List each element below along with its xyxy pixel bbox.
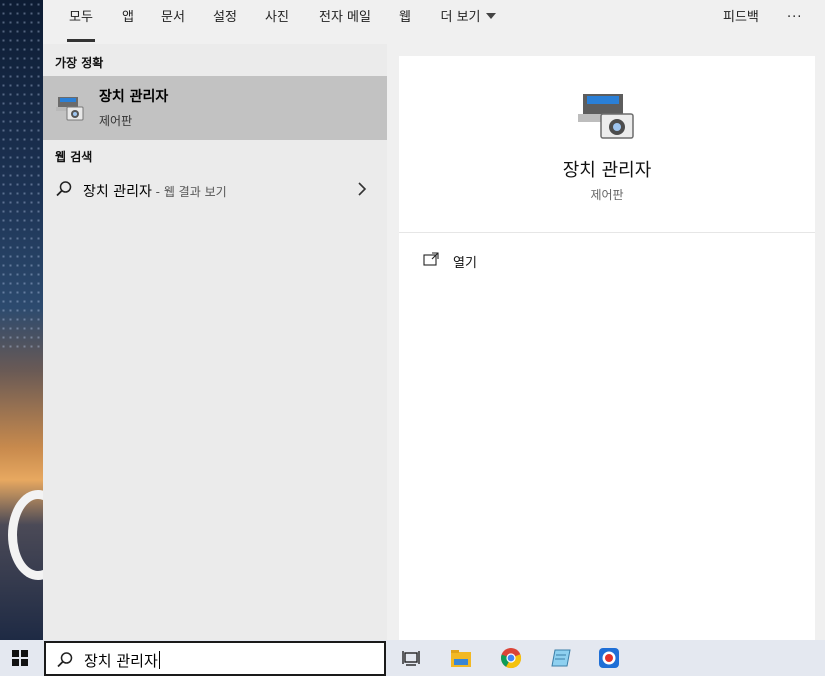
tab-more[interactable]: 더 보기 bbox=[431, 0, 505, 44]
tab-all[interactable]: 모두 bbox=[57, 0, 105, 44]
preview-divider bbox=[399, 232, 815, 233]
taskbar-search-value: 장치 관리자 bbox=[84, 652, 158, 670]
chrome-button[interactable] bbox=[487, 640, 535, 676]
web-search-heading: 웹 검색 bbox=[55, 150, 93, 164]
search-icon bbox=[56, 181, 72, 197]
chevron-right-icon[interactable] bbox=[357, 181, 367, 197]
filter-tabs: 모두 앱 문서 설정 사진 전자 메일 웹 더 보기 피드백 ··· bbox=[43, 0, 825, 44]
best-match-subtitle: 제어판 bbox=[99, 114, 133, 128]
web-search-item[interactable]: 장치 관리자 - 웹 결과 보기 bbox=[43, 172, 387, 208]
best-match-item[interactable]: 장치 관리자 제어판 bbox=[43, 76, 387, 140]
web-search-hint: - 웹 결과 보기 bbox=[151, 185, 227, 199]
file-explorer-icon bbox=[451, 650, 471, 667]
wallpaper-swirl bbox=[8, 490, 43, 580]
chevron-down-icon bbox=[485, 13, 496, 19]
taskbar: 장치 관리자 bbox=[0, 640, 825, 676]
search-icon bbox=[57, 652, 73, 668]
tab-settings[interactable]: 설정 bbox=[203, 0, 247, 44]
record-app-icon bbox=[599, 648, 619, 668]
tab-web[interactable]: 웹 bbox=[391, 0, 419, 44]
search-panel: 모두 앱 문서 설정 사진 전자 메일 웹 더 보기 피드백 ··· 가장 정확… bbox=[43, 0, 825, 640]
tab-email[interactable]: 전자 메일 bbox=[307, 0, 383, 44]
start-button[interactable] bbox=[0, 640, 43, 676]
windows-logo-icon bbox=[12, 650, 28, 666]
preview-title: 장치 관리자 bbox=[562, 160, 652, 181]
record-app-button[interactable] bbox=[585, 640, 633, 676]
file-explorer-button[interactable] bbox=[437, 640, 485, 676]
taskbar-search-input[interactable]: 장치 관리자 bbox=[44, 641, 386, 676]
tab-apps[interactable]: 앱 bbox=[113, 0, 143, 44]
chrome-icon bbox=[501, 648, 522, 669]
more-options-icon[interactable]: ··· bbox=[787, 0, 802, 36]
desktop-wallpaper bbox=[0, 0, 43, 640]
results-list: 가장 정확 장치 관리자 제어판 웹 검색 장치 관리자 - 웹 결과 보기 bbox=[43, 44, 387, 640]
preview-subtitle: 제어판 bbox=[590, 188, 624, 202]
device-manager-icon bbox=[56, 97, 84, 121]
best-match-heading: 가장 정확 bbox=[55, 56, 104, 70]
tab-documents[interactable]: 문서 bbox=[151, 0, 195, 44]
preview-pane: 장치 관리자 제어판 열기 bbox=[399, 56, 815, 640]
task-view-button[interactable] bbox=[387, 640, 435, 676]
wallpaper-stars bbox=[0, 0, 43, 352]
task-view-icon bbox=[402, 651, 420, 666]
feedback-button[interactable]: 피드백 bbox=[723, 0, 759, 36]
open-icon bbox=[423, 252, 439, 266]
notepad-button[interactable] bbox=[537, 640, 585, 676]
web-search-query: 장치 관리자 bbox=[83, 184, 152, 200]
open-action-label: 열기 bbox=[453, 256, 477, 271]
text-cursor bbox=[158, 651, 160, 669]
device-manager-icon bbox=[578, 94, 634, 139]
notepad-icon bbox=[551, 649, 571, 667]
best-match-title: 장치 관리자 bbox=[99, 89, 169, 105]
tab-photos[interactable]: 사진 bbox=[255, 0, 299, 44]
